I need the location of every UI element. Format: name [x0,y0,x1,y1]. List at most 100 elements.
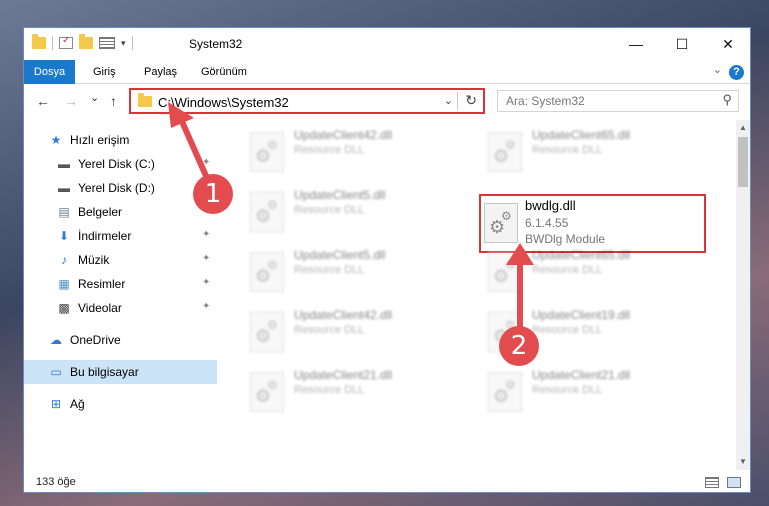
dll-file-icon: ⚙⚙ [250,372,284,412]
file-type: Resource DLL [294,384,365,396]
file-type: Resource DLL [294,144,365,156]
minimize-button[interactable]: — [613,28,659,60]
view-toggle-icon[interactable] [99,37,115,49]
file-item[interactable]: ⚙ ⚙ UpdateClient65.dll Resource DLL [484,124,714,180]
computer-icon: ▭ [50,365,62,379]
scrollbar-thumb[interactable] [738,137,748,187]
navigation-bar: ← → ⌄ ↑ C:\Windows\System32 ⌄ ↻ Ara: Sys… [24,85,750,119]
maximize-button[interactable]: ☐ [659,28,705,60]
window-title: System32 [189,37,243,51]
file-item[interactable]: ⚙ ⚙ UpdateClient5.dll Resource DLL [246,244,476,300]
step-badge-2: 2 [499,326,539,366]
file-name: bwdlg.dll [525,198,576,213]
file-name: UpdateClient42.dll [294,128,393,142]
file-item[interactable]: ⚙ ⚙ UpdateClient65.dll Resource DLL [484,244,714,300]
search-input[interactable]: Ara: System32 ⚲ [497,90,739,112]
recent-locations-icon[interactable]: ⌄ [90,91,99,104]
music-icon: ♪ [61,253,67,267]
dll-file-icon: ⚙⚙ [484,203,518,243]
details-view-icon[interactable] [705,477,719,488]
sidebar-item-label: Bu bilgisayar [70,365,139,379]
file-type: Resource DLL [532,144,603,156]
file-item[interactable]: ⚙ ⚙ UpdateClient21.dll Resource DLL [484,364,714,420]
sidebar-item-pictures[interactable]: ▦ Resimler ✦ [24,272,217,296]
address-bar[interactable]: C:\Windows\System32 ⌄ ↻ [129,88,485,114]
sidebar-item-network[interactable]: ⊞ Ağ [24,392,217,416]
file-name: UpdateClient42.dll [294,308,393,322]
pin-icon[interactable]: ✦ [202,229,210,240]
file-name: UpdateClient19.dll [532,308,631,322]
sidebar-item-quick-access[interactable]: ★ Hızlı erişim [24,128,217,152]
drive-icon: ▬ [58,181,70,195]
pin-icon[interactable]: ✦ [202,157,210,168]
videos-icon: ▩ [58,301,70,315]
pin-icon[interactable]: ✦ [202,277,210,288]
dll-file-icon: ⚙⚙ [488,372,522,412]
refresh-icon[interactable]: ↻ [465,92,477,109]
file-type: Resource DLL [294,204,365,216]
pin-icon[interactable]: ✦ [202,253,210,264]
sidebar-item-local-disk-c[interactable]: ▬ Yerel Disk (C:) ✦ [24,152,217,176]
file-item[interactable]: ⚙ ⚙ UpdateClient42.dll Resource DLL [246,124,476,180]
pin-icon[interactable]: ✦ [202,301,210,312]
large-icons-view-icon[interactable] [727,477,741,488]
cloud-icon: ☁ [50,333,62,347]
file-item[interactable]: ⚙ ⚙ UpdateClient5.dll Resource DLL [246,184,476,240]
back-arrow-icon[interactable]: ← [36,93,50,109]
sidebar-item-videos[interactable]: ▩ Videolar ✦ [24,296,217,320]
sidebar-item-label: OneDrive [70,333,121,347]
file-type: Resource DLL [532,264,603,276]
quick-access-toolbar: ▾ [32,34,133,50]
file-item[interactable]: ⚙ ⚙ UpdateClient21.dll Resource DLL [246,364,476,420]
scroll-down-icon[interactable]: ▼ [739,457,747,466]
dll-file-icon: ⚙⚙ [250,252,284,292]
sidebar-item-music[interactable]: ♪ Müzik ✦ [24,248,217,272]
file-name: UpdateClient65.dll [532,248,631,262]
file-list: ⚙ ⚙ UpdateClient42.dll Resource DLL ⚙ ⚙ Up… [218,120,736,461]
help-icon[interactable]: ? [729,65,744,80]
tab-share[interactable]: Paylaş [132,60,189,84]
title-bar: ▾ System32 — ☐ ✕ [24,28,750,60]
sidebar-item-label: Yerel Disk (D:) [78,181,155,195]
folder-icon[interactable] [32,34,46,49]
new-folder-icon[interactable] [79,34,93,49]
address-path[interactable]: C:\Windows\System32 [158,95,289,110]
pictures-icon: ▦ [58,277,70,291]
file-item[interactable]: ⚙ ⚙ UpdateClient42.dll Resource DLL [246,304,476,360]
sidebar-item-onedrive[interactable]: ☁ OneDrive [24,328,217,352]
customize-toolbar-icon[interactable]: ▾ [121,38,126,49]
drive-icon: ▬ [58,157,70,171]
toolbar-divider [52,36,53,50]
file-name: UpdateClient21.dll [532,368,631,382]
dll-file-icon: ⚙⚙ [488,252,522,292]
chevron-down-icon[interactable]: ⌄ [713,63,722,76]
sidebar-item-label: Resimler [78,277,126,291]
toolbar-divider [131,36,133,50]
dll-file-icon: ⚙⚙ [250,312,284,352]
forward-arrow-icon[interactable]: → [64,93,78,109]
tab-home[interactable]: Giriş [81,60,128,84]
chevron-down-icon[interactable]: ⌄ [444,94,453,107]
sidebar-item-this-pc[interactable]: ▭ Bu bilgisayar [24,360,217,384]
status-bar: 133 öğe [24,472,750,492]
properties-icon[interactable] [59,35,73,49]
tab-file[interactable]: Dosya [24,60,75,84]
search-icon: ⚲ [722,92,732,107]
address-divider [457,92,458,110]
step-badge-1: 1 [193,174,233,214]
file-name: UpdateClient5.dll [294,248,386,262]
sidebar-item-label: Müzik [78,253,110,267]
sidebar-item-local-disk-d[interactable]: ▬ Yerel Disk (D:) ✦ [24,176,217,200]
sidebar-item-documents[interactable]: ▤ Belgeler ✦ [24,200,217,224]
sidebar-item-label: Yerel Disk (C:) [78,157,155,171]
vertical-scrollbar[interactable]: ▲ ▼ [736,120,750,470]
tab-view[interactable]: Görünüm [189,60,259,84]
close-button[interactable]: ✕ [705,28,750,60]
file-name: UpdateClient21.dll [294,368,393,382]
sidebar-item-label: İndirmeler [78,229,132,243]
file-version: 6.1.4.55 [525,216,569,230]
star-icon: ★ [50,133,62,147]
scroll-up-icon[interactable]: ▲ [739,123,747,132]
up-arrow-icon[interactable]: ↑ [110,93,117,109]
sidebar-item-downloads[interactable]: ⬇ İndirmeler ✦ [24,224,217,248]
